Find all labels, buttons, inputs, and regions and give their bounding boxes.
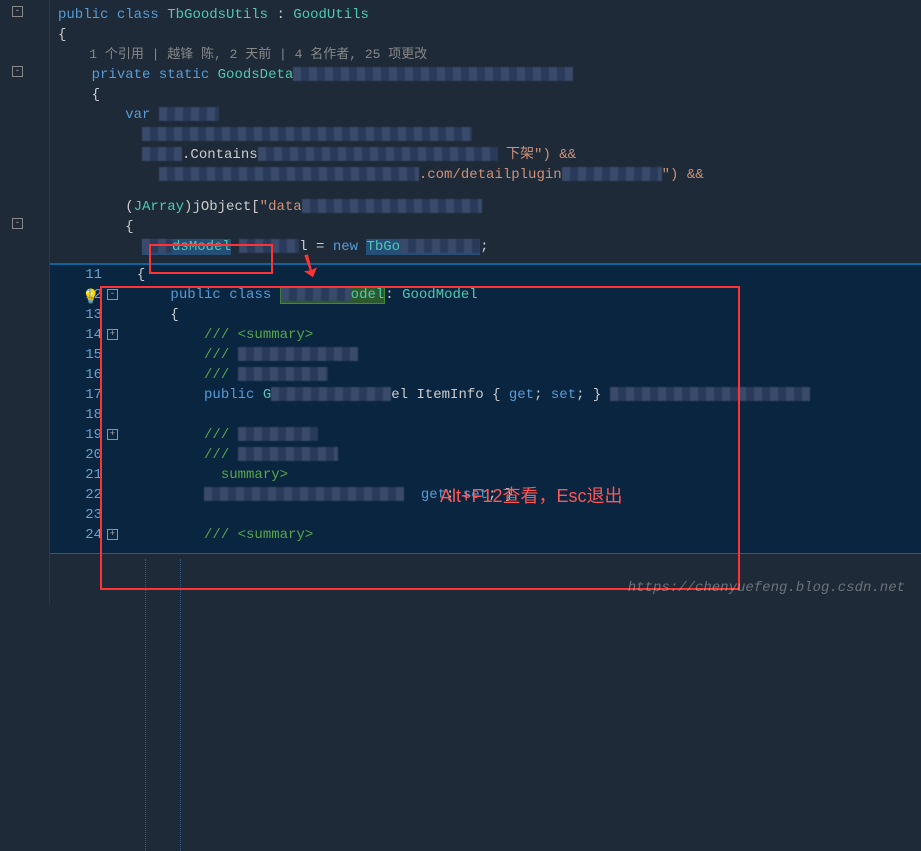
code-line: {: [50, 217, 921, 237]
annotation-text: Alt+F12查看，Esc退出: [440, 482, 623, 508]
code-line: [50, 185, 921, 197]
fold-icon[interactable]: -: [12, 218, 23, 229]
code-line: var: [50, 105, 921, 125]
code-editor[interactable]: - - - public class TbGoodsUtils : GoodUt…: [0, 0, 921, 604]
line-number: 13: [50, 305, 120, 325]
codelens[interactable]: 1 个引用 | 越锋 陈, 2 天前 | 4 名作者, 25 项更改: [50, 45, 921, 65]
fold-icon[interactable]: +: [107, 529, 118, 540]
fold-icon[interactable]: +: [107, 429, 118, 440]
line-number: 24+: [50, 525, 120, 545]
line-number: 14+: [50, 325, 120, 345]
line-number: 11: [50, 265, 120, 285]
line-number: 17: [50, 385, 120, 405]
line-number: 22: [50, 485, 120, 505]
code-line: .Contains 下架") &&: [50, 145, 921, 165]
line-number: 23: [50, 505, 120, 525]
code-line: public class TbGoodsUtils : GoodUtils: [50, 5, 921, 25]
fold-icon[interactable]: -: [12, 6, 23, 17]
code-area[interactable]: public class TbGoodsUtils : GoodUtils { …: [50, 0, 921, 604]
line-number: 18: [50, 405, 120, 425]
code-line: {: [50, 85, 921, 105]
line-number: 15: [50, 345, 120, 365]
code-line: {: [50, 25, 921, 45]
watermark: https://chenyuefeng.blog.csdn.net: [628, 580, 905, 596]
line-number: 20: [50, 445, 120, 465]
code-line: .com/detailplugin") &&: [50, 165, 921, 185]
peek-definition-window[interactable]: 💡 11 { 12- public class odel: GoodModel …: [50, 263, 921, 554]
gutter: - - -: [0, 0, 50, 604]
fold-icon[interactable]: -: [107, 289, 118, 300]
fold-icon[interactable]: +: [107, 329, 118, 340]
code-line: [50, 125, 921, 145]
code-line: dsModel l = new TbGo;: [50, 237, 921, 257]
fold-icon[interactable]: -: [12, 66, 23, 77]
line-number: 19+: [50, 425, 120, 445]
code-line: private static GoodsDeta: [50, 65, 921, 85]
line-number: 12-: [50, 285, 120, 305]
code-line: (JArray)jObject["data: [50, 197, 921, 217]
line-number: 21: [50, 465, 120, 485]
line-number: 16: [50, 365, 120, 385]
